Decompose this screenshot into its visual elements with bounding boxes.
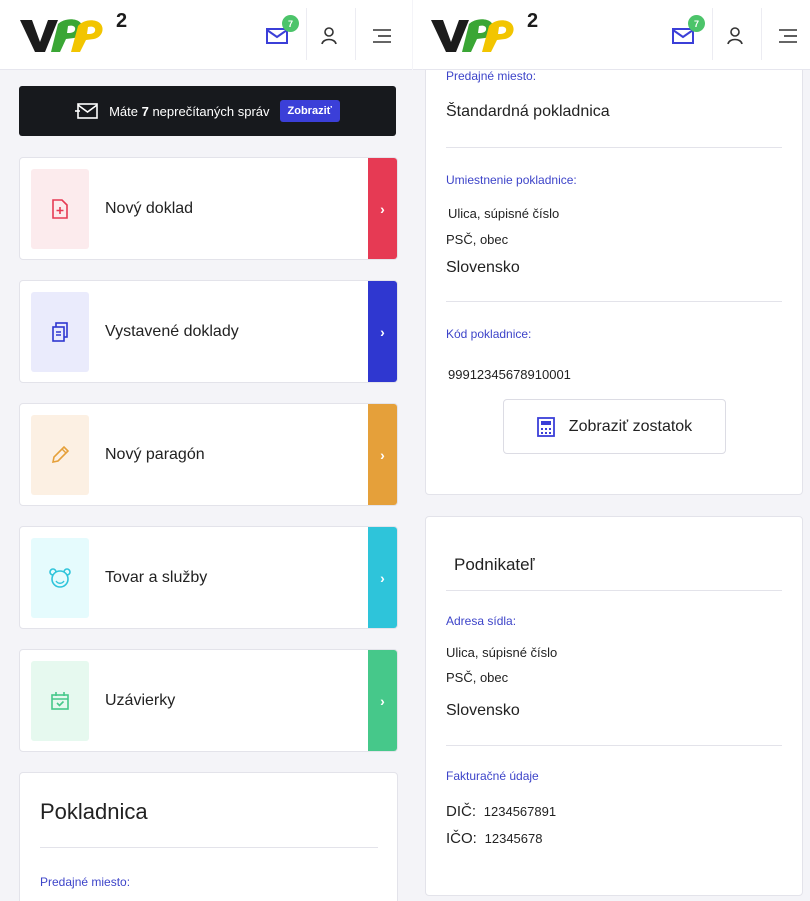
- mail-badge: 7: [282, 15, 299, 32]
- divider: [306, 8, 307, 60]
- pencil-icon: [31, 415, 89, 495]
- tile-label: Nový paragón: [105, 445, 205, 463]
- podnikatel-card: Podnikateľ Adresa sídla: Ulica, súpisné …: [425, 516, 803, 896]
- envelope-icon: [75, 102, 99, 120]
- vrp-logo[interactable]: 2: [429, 10, 538, 56]
- user-icon: [321, 27, 337, 45]
- address-line1: Ulica, súpisné číslo: [448, 206, 560, 221]
- mail-button[interactable]: 7: [671, 15, 705, 48]
- adresa-sidla-label: Adresa sídla:: [446, 614, 517, 628]
- tile-label: Tovar a služby: [105, 568, 208, 586]
- tile-label: Vystavené doklady: [105, 322, 239, 340]
- tile-label: Uzávierky: [105, 691, 176, 709]
- logo-icon: [431, 19, 514, 52]
- divider: [446, 301, 782, 302]
- chevron-right-icon: ›: [368, 158, 397, 259]
- predajne-miesto-value: Štandardná pokladnica: [446, 103, 610, 120]
- calendar-check-icon: [31, 661, 89, 741]
- menu-icon: [373, 29, 391, 43]
- user-button[interactable]: [317, 24, 341, 48]
- menu-button[interactable]: [776, 24, 800, 48]
- predajne-miesto-label: Predajné miesto:: [40, 875, 131, 889]
- fakturacne-udaje-label: Fakturačné údaje: [446, 769, 539, 783]
- logo-icon: [20, 19, 103, 52]
- tile-label: Nový doklad: [105, 199, 194, 217]
- right-screen: Predajné miesto: Štandardná pokladnica U…: [413, 0, 810, 901]
- tile-tovar-a-sluzby[interactable]: Tovar a služby ›: [19, 526, 398, 629]
- mail-badge: 7: [688, 15, 705, 32]
- pokladnica-card: Pokladnica Predajné miesto:: [19, 772, 398, 901]
- unread-messages-text: Máte 7 neprečítaných správ: [109, 103, 270, 119]
- dic-row: DIČ: 1234567891: [446, 803, 557, 820]
- divider: [761, 8, 762, 60]
- tile-novy-doklad[interactable]: Nový doklad ›: [19, 157, 398, 260]
- logo-superscript: 2: [116, 10, 128, 32]
- divider: [712, 8, 713, 60]
- kod-pokladnice-label: Kód pokladnice:: [446, 327, 532, 341]
- kod-pokladnice-value: 99912345678910001: [448, 367, 571, 382]
- ico-row: IČO: 12345678: [446, 830, 543, 847]
- show-balance-label: Zobraziť zostatok: [568, 417, 693, 435]
- predajne-miesto-label: Predajné miesto:: [446, 69, 537, 83]
- pokladnica-title: Pokladnica: [40, 799, 148, 824]
- tile-vystavene-doklady[interactable]: Vystavené doklady ›: [19, 280, 398, 383]
- chevron-right-icon: ›: [368, 527, 397, 628]
- show-messages-button[interactable]: Zobraziť: [279, 100, 340, 122]
- chevron-right-icon: ›: [368, 404, 397, 505]
- top-bar: 2 7: [0, 0, 412, 70]
- bear-icon: [31, 538, 89, 618]
- divider: [446, 590, 782, 591]
- address-country: Slovensko: [446, 259, 520, 276]
- divider: [446, 745, 782, 746]
- divider: [446, 147, 782, 148]
- documents-icon: [31, 292, 89, 372]
- show-balance-button[interactable]: Zobraziť zostatok: [503, 399, 726, 454]
- divider: [40, 847, 378, 848]
- tile-uzavierky[interactable]: Uzávierky ›: [19, 649, 398, 752]
- top-bar: 2 7: [413, 0, 810, 70]
- vrp-logo[interactable]: 2: [18, 10, 127, 56]
- menu-icon: [779, 29, 797, 43]
- file-plus-icon: [31, 169, 89, 249]
- divider: [355, 8, 356, 60]
- user-icon: [727, 27, 743, 45]
- tile-novy-paragon[interactable]: Nový paragón ›: [19, 403, 398, 506]
- chevron-right-icon: ›: [368, 281, 397, 382]
- user-button[interactable]: [723, 24, 747, 48]
- pokladnica-detail-card: Predajné miesto: Štandardná pokladnica U…: [425, 40, 803, 495]
- umiestnenie-label: Umiestnenie pokladnice:: [446, 173, 577, 187]
- podnikatel-title: Podnikateľ: [454, 555, 535, 574]
- menu-button[interactable]: [370, 24, 394, 48]
- logo-superscript: 2: [527, 10, 539, 32]
- mail-button[interactable]: 7: [265, 15, 299, 48]
- address-line2: PSČ, obec: [446, 232, 509, 247]
- address-country: Slovensko: [446, 702, 520, 719]
- left-screen: 2 7 Máte 7 neprečítaných správ Zobraziť …: [0, 0, 412, 901]
- chevron-right-icon: ›: [368, 650, 397, 751]
- unread-messages-banner: Máte 7 neprečítaných správ Zobraziť: [19, 86, 396, 136]
- calculator-icon: [536, 416, 555, 437]
- address-line1: Ulica, súpisné číslo: [446, 645, 558, 660]
- address-line2: PSČ, obec: [446, 670, 509, 685]
